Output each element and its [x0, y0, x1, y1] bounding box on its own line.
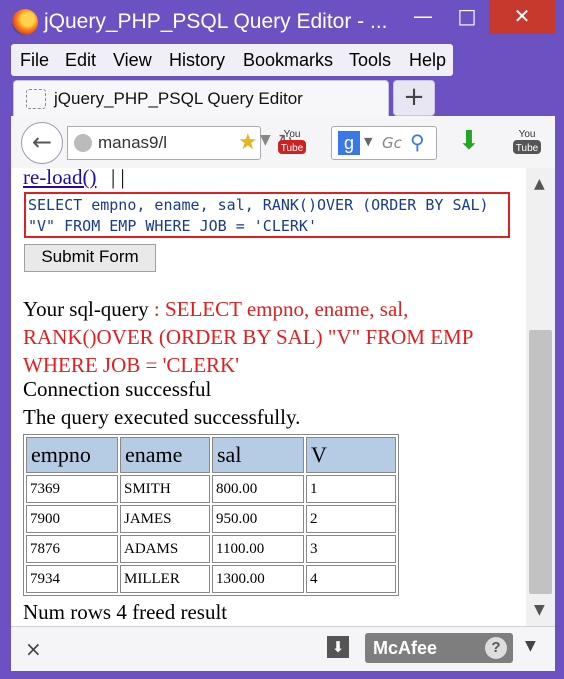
- search-icon[interactable]: ⚲: [410, 130, 425, 154]
- menu-view[interactable]: View: [113, 50, 152, 71]
- url-text[interactable]: manas9/l: [98, 133, 167, 153]
- cell-v: 1: [306, 475, 396, 503]
- cell-v: 3: [306, 535, 396, 563]
- cell-empno: 7934: [26, 565, 118, 593]
- cell-ename: SMITH: [120, 475, 210, 503]
- sql-label: Your sql-query: [23, 297, 149, 321]
- search-input[interactable]: Gc: [382, 134, 402, 152]
- menu-edit[interactable]: Edit: [65, 50, 96, 71]
- download-icon[interactable]: ⬇: [327, 636, 349, 658]
- svg-text:Tube: Tube: [516, 143, 539, 154]
- reload-link[interactable]: re-load(): [23, 168, 96, 190]
- help-icon[interactable]: ?: [485, 637, 507, 659]
- menu-tools[interactable]: Tools: [349, 50, 391, 71]
- cell-sal: 800.00: [212, 475, 304, 503]
- window-title: jQuery_PHP_PSQL Query Editor - ...: [44, 10, 388, 33]
- page-content: re-load() | | SELECT empno, ename, sal, …: [11, 168, 526, 626]
- table-row: 7876 ADAMS 1100.00 3: [26, 535, 396, 563]
- table-row: 7900 JAMES 950.00 2: [26, 505, 396, 533]
- cell-sal: 950.00: [212, 505, 304, 533]
- maximize-button[interactable]: □: [449, 0, 485, 34]
- menu-help[interactable]: Help: [409, 50, 446, 71]
- sql-textarea[interactable]: SELECT empno, ename, sal, RANK()OVER (OR…: [24, 192, 510, 238]
- cell-ename: MILLER: [120, 565, 210, 593]
- search-engine-dropdown-icon[interactable]: ▼: [364, 135, 372, 148]
- tab-query-editor[interactable]: jQuery_PHP_PSQL Query Editor: [13, 80, 389, 117]
- youtube-icon[interactable]: You Tube: [509, 124, 545, 158]
- add-on-bar: × ⬇ McAfee ? ▼: [11, 626, 555, 671]
- rows-freed-message: Num rows 4 freed result: [23, 600, 228, 624]
- separator-text: | |: [111, 168, 125, 189]
- new-tab-button[interactable]: +: [393, 80, 435, 116]
- page-icon: [26, 89, 46, 109]
- vertical-scrollbar[interactable]: ▲ ▼: [526, 168, 555, 626]
- svg-text:Tube: Tube: [281, 143, 304, 154]
- globe-icon: [74, 134, 92, 152]
- scrollbar-thumb[interactable]: [529, 330, 552, 594]
- header-sal: sal: [212, 437, 304, 473]
- menu-history[interactable]: History: [169, 50, 225, 71]
- back-button[interactable]: ←: [21, 122, 63, 164]
- mcafee-button[interactable]: McAfee ?: [365, 633, 513, 663]
- sql-echo: Your sql-query : SELECT empno, ename, sa…: [23, 295, 513, 379]
- cell-empno: 7369: [26, 475, 118, 503]
- cell-sal: 1300.00: [212, 565, 304, 593]
- menu-bookmarks[interactable]: Bookmarks: [243, 50, 333, 71]
- tab-label: jQuery_PHP_PSQL Query Editor: [54, 89, 303, 108]
- browser-window: jQuery_PHP_PSQL Query Editor - ... — □ ✕…: [0, 0, 564, 679]
- firefox-logo-icon: [12, 9, 38, 35]
- title-bar: jQuery_PHP_PSQL Query Editor - ... — □ ✕: [0, 0, 564, 44]
- connection-message: Connection successful: [23, 377, 212, 401]
- navigation-bar: ← manas9/l ★ ▼ ↻ You Tube g ▼ Gc ⚲ ⬇ You…: [11, 116, 555, 169]
- cell-ename: ADAMS: [120, 535, 210, 563]
- dropdown-arrow-icon[interactable]: ▼: [525, 638, 536, 654]
- menu-bar: File Edit View History Bookmarks Tools H…: [11, 44, 453, 76]
- minimize-button[interactable]: —: [405, 0, 441, 34]
- search-bar[interactable]: g ▼ Gc ⚲: [331, 126, 437, 160]
- google-icon[interactable]: g: [338, 131, 360, 155]
- results-table: empno ename sal V 7369 SMITH 800.00 1 79…: [23, 434, 399, 596]
- svg-text:You: You: [284, 129, 301, 140]
- cell-ename: JAMES: [120, 505, 210, 533]
- table-row: 7369 SMITH 800.00 1: [26, 475, 396, 503]
- header-ename: ename: [120, 437, 210, 473]
- cell-empno: 7900: [26, 505, 118, 533]
- download-arrow-icon[interactable]: ⬇: [458, 126, 480, 156]
- query-message: The query executed successfully.: [23, 405, 301, 429]
- url-bar[interactable]: manas9/l ★ ▼ ↻: [67, 126, 293, 160]
- cell-v: 2: [306, 505, 396, 533]
- header-empno: empno: [26, 437, 118, 473]
- youtube-download-icon[interactable]: You Tube: [274, 124, 310, 158]
- url-dropdown-icon[interactable]: ▼: [260, 132, 271, 148]
- mcafee-label: McAfee: [373, 638, 438, 658]
- close-window-button[interactable]: ✕: [489, 0, 555, 34]
- cell-empno: 7876: [26, 535, 118, 563]
- header-v: V: [306, 437, 396, 473]
- table-header-row: empno ename sal V: [26, 437, 396, 473]
- menu-file[interactable]: File: [20, 50, 49, 71]
- table-row: 7934 MILLER 1300.00 4: [26, 565, 396, 593]
- scroll-down-icon[interactable]: ▼: [534, 602, 545, 618]
- svg-text:You: You: [519, 129, 536, 140]
- cell-sal: 1100.00: [212, 535, 304, 563]
- close-addon-bar-button[interactable]: ×: [25, 637, 42, 661]
- cell-v: 4: [306, 565, 396, 593]
- submit-form-button[interactable]: Submit Form: [24, 244, 156, 272]
- scroll-up-icon[interactable]: ▲: [534, 176, 545, 192]
- bookmark-star-icon[interactable]: ★: [238, 130, 258, 155]
